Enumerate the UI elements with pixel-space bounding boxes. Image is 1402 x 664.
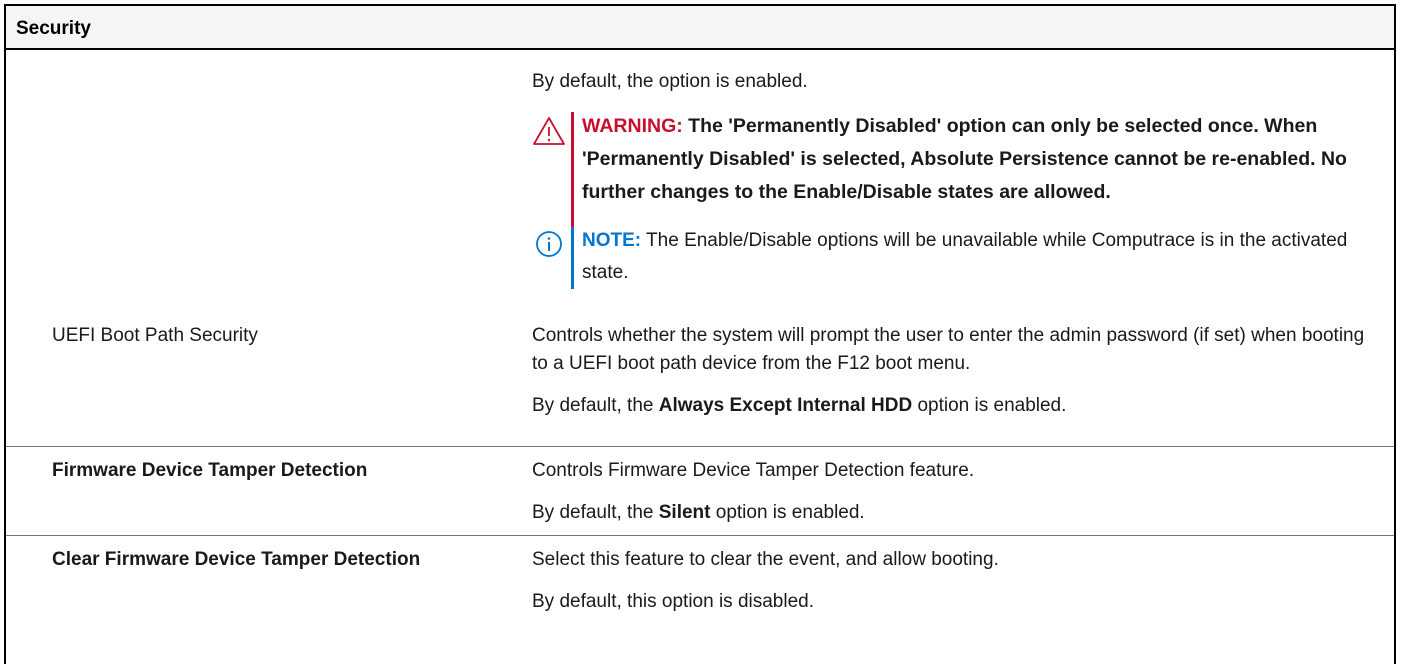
- default-text: By default, the option is enabled.: [532, 71, 808, 92]
- warning-callout: WARNING: The 'Permanently Disabled' opti…: [532, 110, 1382, 242]
- note-callout: NOTE: The Enable/Disable options will be…: [532, 225, 1382, 289]
- option-default: By default, the Always Except Internal H…: [532, 395, 1067, 416]
- default-value: Silent: [658, 502, 711, 523]
- warning-text: The 'Permanently Disabled' option can on…: [582, 115, 1347, 203]
- note-text: The Enable/Disable options will be unava…: [582, 230, 1348, 283]
- table-row-absolute-continuation: By default, the option is enabled. WARNI…: [6, 50, 1394, 312]
- table-row-firmware-device-tamper-detection: Firmware Device Tamper Detection Control…: [6, 446, 1394, 535]
- option-description: Controls Firmware Device Tamper Detectio…: [532, 460, 975, 481]
- option-description: Controls whether the system will prompt …: [532, 325, 1365, 374]
- table-title: Security: [16, 18, 91, 39]
- table-header: Security: [6, 6, 1394, 50]
- option-name: UEFI Boot Path Security: [52, 325, 258, 346]
- option-name: Firmware Device Tamper Detection: [52, 460, 368, 481]
- warning-bar: [571, 112, 574, 242]
- default-value: Always Except Internal HDD: [658, 395, 913, 416]
- option-default: By default, the Silent option is enabled…: [532, 502, 865, 523]
- table-row-uefi-boot-path-security: UEFI Boot Path Security Controls whether…: [6, 312, 1394, 446]
- table-row-clear-firmware-device-tamper-detection: Clear Firmware Device Tamper Detection S…: [6, 535, 1394, 656]
- warning-triangle-icon: [533, 117, 565, 145]
- option-name: Clear Firmware Device Tamper Detection: [52, 549, 421, 570]
- note-bar: [571, 227, 574, 289]
- note-label: NOTE:: [582, 230, 642, 251]
- warning-label: WARNING:: [582, 115, 683, 137]
- info-circle-icon: [536, 231, 562, 257]
- security-table: Security By default, the option is enabl…: [4, 4, 1396, 664]
- option-default: By default, this option is disabled.: [532, 591, 815, 612]
- option-description: Select this feature to clear the event, …: [532, 549, 999, 570]
